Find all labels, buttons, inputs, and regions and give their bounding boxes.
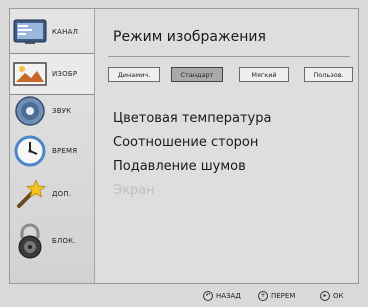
picture-icon bbox=[12, 57, 48, 91]
sidebar-item-label: ДОП. bbox=[52, 190, 72, 198]
hint-label: ПЕРЕМ bbox=[271, 292, 296, 300]
mode-button-dynamic[interactable]: Динамич. bbox=[108, 67, 160, 82]
page-title: Режим изображения bbox=[113, 29, 266, 45]
footer-hints: ↶ НАЗАД + ПЕРЕМ ▸ ОК bbox=[0, 286, 368, 307]
hint-ok: ▸ ОК bbox=[320, 291, 343, 301]
right-arrow-icon: ▸ bbox=[320, 291, 330, 301]
cross-pad-icon: + bbox=[258, 291, 268, 301]
sidebar-item-extra[interactable]: ДОП. bbox=[10, 174, 94, 214]
mode-button-user[interactable]: Пользов. bbox=[304, 67, 353, 82]
hint-back: ↶ НАЗАД bbox=[203, 291, 241, 301]
clock-icon bbox=[12, 134, 48, 168]
padlock-icon bbox=[12, 223, 48, 259]
tv-menu-frame: КАНАЛ ИЗОБР ЗВУК ВРЕМЯ ДОП. БЛОК. Режим … bbox=[9, 8, 359, 284]
menu-item-screen: Экран bbox=[113, 183, 155, 198]
sidebar-item-label: ЗВУК bbox=[52, 107, 72, 115]
tv-screen-icon bbox=[12, 15, 48, 49]
sidebar-item-label: БЛОК. bbox=[52, 237, 76, 245]
magic-wand-icon bbox=[12, 177, 48, 211]
main-panel: Режим изображения Динамич. Стандарт Мягк… bbox=[96, 9, 358, 283]
divider bbox=[108, 56, 350, 57]
menu-item-aspect-ratio[interactable]: Соотношение сторон bbox=[113, 135, 258, 150]
sidebar: КАНАЛ ИЗОБР ЗВУК ВРЕМЯ ДОП. БЛОК. bbox=[10, 9, 95, 283]
back-arrow-icon: ↶ bbox=[203, 291, 213, 301]
sidebar-item-label: ВРЕМЯ bbox=[52, 147, 78, 155]
menu-item-color-temperature[interactable]: Цветовая температура bbox=[113, 111, 271, 126]
sidebar-item-label: КАНАЛ bbox=[52, 28, 79, 36]
mode-button-soft[interactable]: Мягкий bbox=[239, 67, 289, 82]
picture-mode-selector: Динамич. Стандарт Мягкий Пользов. bbox=[108, 67, 353, 87]
sidebar-item-channel[interactable]: КАНАЛ bbox=[10, 12, 94, 52]
mode-button-standard[interactable]: Стандарт bbox=[171, 67, 223, 82]
sidebar-item-lock[interactable]: БЛОК. bbox=[10, 221, 94, 261]
sidebar-item-label: ИЗОБР bbox=[52, 70, 78, 78]
menu-item-noise-reduction[interactable]: Подавление шумов bbox=[113, 159, 246, 174]
hint-label: ОК bbox=[333, 292, 344, 300]
hint-label: НАЗАД bbox=[216, 292, 241, 300]
sidebar-item-time[interactable]: ВРЕМЯ bbox=[10, 131, 94, 171]
speaker-icon bbox=[12, 94, 48, 128]
sidebar-item-sound[interactable]: ЗВУК bbox=[10, 91, 94, 131]
hint-move: + ПЕРЕМ bbox=[258, 291, 295, 301]
sidebar-item-picture[interactable]: ИЗОБР bbox=[10, 53, 94, 95]
